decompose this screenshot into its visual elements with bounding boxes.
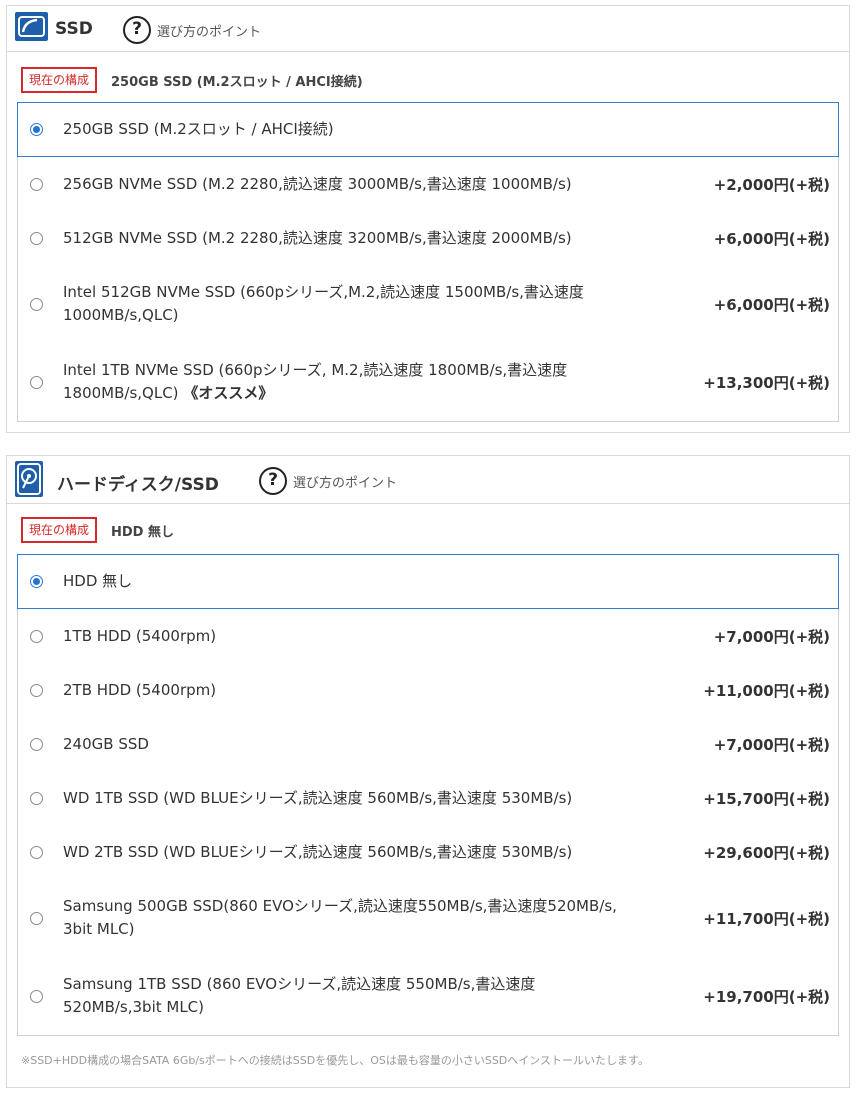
ssd-option-4[interactable]: Intel 1TB NVMe SSD (660pシリーズ, M.2,読込速度 1… bbox=[18, 343, 838, 421]
hdd-section-header: ハードディスク/SSD ? 選び方のポイント bbox=[7, 456, 849, 504]
option-label: Samsung 500GB SSD(860 EVOシリーズ,読込速度550MB/… bbox=[63, 897, 617, 938]
hdd-option-2[interactable]: 2TB HDD (5400rpm) +11,000円(+税) bbox=[18, 663, 838, 717]
option-label: WD 1TB SSD (WD BLUEシリーズ,読込速度 560MB/s,書込速… bbox=[63, 788, 573, 807]
radio-button[interactable] bbox=[30, 231, 43, 245]
current-config-value: HDD 無し bbox=[111, 524, 175, 540]
ssd-help-link[interactable]: ? 選び方のポイント bbox=[123, 16, 261, 44]
option-label-text: Intel 1TB NVMe SSD (660pシリーズ, M.2,読込速度 1… bbox=[63, 361, 568, 402]
hdd-section-title: ハードディスク/SSD bbox=[57, 475, 219, 495]
radio-button[interactable] bbox=[30, 845, 43, 859]
option-price: +15,700円(+税) bbox=[703, 789, 830, 808]
hdd-help-link[interactable]: ? 選び方のポイント bbox=[259, 467, 397, 495]
hdd-option-7[interactable]: Samsung 1TB SSD (860 EVOシリーズ,読込速度 550MB/… bbox=[18, 957, 838, 1035]
ssd-section-header: SSD ? 選び方のポイント bbox=[7, 6, 849, 52]
hdd-option-1[interactable]: 1TB HDD (5400rpm) +7,000円(+税) bbox=[18, 609, 838, 663]
radio-button[interactable] bbox=[30, 375, 43, 389]
hdd-option-3[interactable]: 240GB SSD +7,000円(+税) bbox=[18, 717, 838, 771]
current-config-badge: 現在の構成 bbox=[21, 517, 98, 543]
radio-button-selected[interactable] bbox=[30, 575, 43, 588]
hdd-option-6[interactable]: Samsung 500GB SSD(860 EVOシリーズ,読込速度550MB/… bbox=[18, 879, 838, 957]
option-label: Intel 1TB NVMe SSD (660pシリーズ, M.2,読込速度 1… bbox=[63, 359, 628, 405]
question-icon: ? bbox=[259, 467, 287, 495]
ssd-current-config: 現在の構成 250GB SSD (M.2スロット / AHCI接続) bbox=[21, 67, 363, 93]
option-price: +11,700円(+税) bbox=[703, 909, 830, 928]
option-label: Intel 512GB NVMe SSD (660pシリーズ,M.2,読込速度 … bbox=[63, 283, 584, 324]
ssd-option-1[interactable]: 256GB NVMe SSD (M.2 2280,読込速度 3000MB/s,書… bbox=[18, 157, 838, 211]
ssd-section: SSD ? 選び方のポイント 現在の構成 250GB SSD (M.2スロット … bbox=[6, 5, 850, 433]
radio-button[interactable] bbox=[30, 177, 43, 191]
question-icon: ? bbox=[123, 16, 151, 44]
option-label: 240GB SSD bbox=[63, 734, 149, 753]
option-label: HDD 無し bbox=[63, 572, 133, 590]
option-label: 250GB SSD (M.2スロット / AHCI接続) bbox=[63, 120, 334, 138]
option-price: +11,000円(+税) bbox=[703, 681, 830, 700]
option-price: +6,000円(+税) bbox=[713, 295, 830, 314]
radio-button[interactable] bbox=[30, 911, 43, 925]
hdd-option-4[interactable]: WD 1TB SSD (WD BLUEシリーズ,読込速度 560MB/s,書込速… bbox=[18, 771, 838, 825]
option-label: 512GB NVMe SSD (M.2 2280,読込速度 3200MB/s,書… bbox=[63, 228, 572, 247]
option-price: +7,000円(+税) bbox=[713, 735, 830, 754]
option-price: +29,600円(+税) bbox=[703, 843, 830, 862]
radio-button[interactable] bbox=[30, 297, 43, 311]
ssd-options-list: 250GB SSD (M.2スロット / AHCI接続) 256GB NVMe … bbox=[17, 102, 839, 422]
option-label: WD 2TB SSD (WD BLUEシリーズ,読込速度 560MB/s,書込速… bbox=[63, 842, 573, 861]
option-label: 2TB HDD (5400rpm) bbox=[63, 680, 217, 699]
option-label: Samsung 1TB SSD (860 EVOシリーズ,読込速度 550MB/… bbox=[63, 975, 536, 1016]
radio-button[interactable] bbox=[30, 629, 43, 643]
option-price: +6,000円(+税) bbox=[713, 229, 830, 248]
ssd-section-title: SSD bbox=[55, 19, 93, 39]
hdd-option-0[interactable]: HDD 無し bbox=[17, 554, 839, 609]
radio-button[interactable] bbox=[30, 989, 43, 1003]
hard-disk-icon bbox=[15, 461, 43, 497]
current-config-badge: 現在の構成 bbox=[21, 67, 98, 93]
hdd-section: ハードディスク/SSD ? 選び方のポイント 現在の構成 HDD 無し HDD … bbox=[6, 455, 850, 1088]
option-price: +13,300円(+税) bbox=[703, 373, 830, 392]
hdd-option-5[interactable]: WD 2TB SSD (WD BLUEシリーズ,読込速度 560MB/s,書込速… bbox=[18, 825, 838, 879]
hdd-current-config: 現在の構成 HDD 無し bbox=[21, 517, 174, 543]
radio-button[interactable] bbox=[30, 683, 43, 697]
ssd-option-0[interactable]: 250GB SSD (M.2スロット / AHCI接続) bbox=[17, 102, 839, 157]
hdd-help-label: 選び方のポイント bbox=[293, 475, 398, 491]
hdd-options-list: HDD 無し 1TB HDD (5400rpm) +7,000円(+税) 2TB… bbox=[17, 554, 839, 1036]
option-price: +7,000円(+税) bbox=[713, 627, 830, 646]
option-label: 256GB NVMe SSD (M.2 2280,読込速度 3000MB/s,書… bbox=[63, 174, 572, 193]
option-label: 1TB HDD (5400rpm) bbox=[63, 626, 217, 645]
option-price: +19,700円(+税) bbox=[703, 987, 830, 1006]
radio-button[interactable] bbox=[30, 737, 43, 751]
radio-button-selected[interactable] bbox=[30, 123, 43, 136]
ssd-icon bbox=[15, 12, 48, 41]
installation-note: ※SSD+HDD構成の場合SATA 6Gb/sポートへの接続はSSDを優先し、O… bbox=[21, 1054, 649, 1067]
current-config-value: 250GB SSD (M.2スロット / AHCI接続) bbox=[111, 74, 363, 90]
ssd-help-label: 選び方のポイント bbox=[157, 24, 262, 40]
recommended-tag: 《オススメ》 bbox=[183, 384, 274, 402]
radio-button[interactable] bbox=[30, 791, 43, 805]
ssd-option-2[interactable]: 512GB NVMe SSD (M.2 2280,読込速度 3200MB/s,書… bbox=[18, 211, 838, 265]
option-price: +2,000円(+税) bbox=[713, 175, 830, 194]
ssd-option-3[interactable]: Intel 512GB NVMe SSD (660pシリーズ,M.2,読込速度 … bbox=[18, 265, 838, 343]
